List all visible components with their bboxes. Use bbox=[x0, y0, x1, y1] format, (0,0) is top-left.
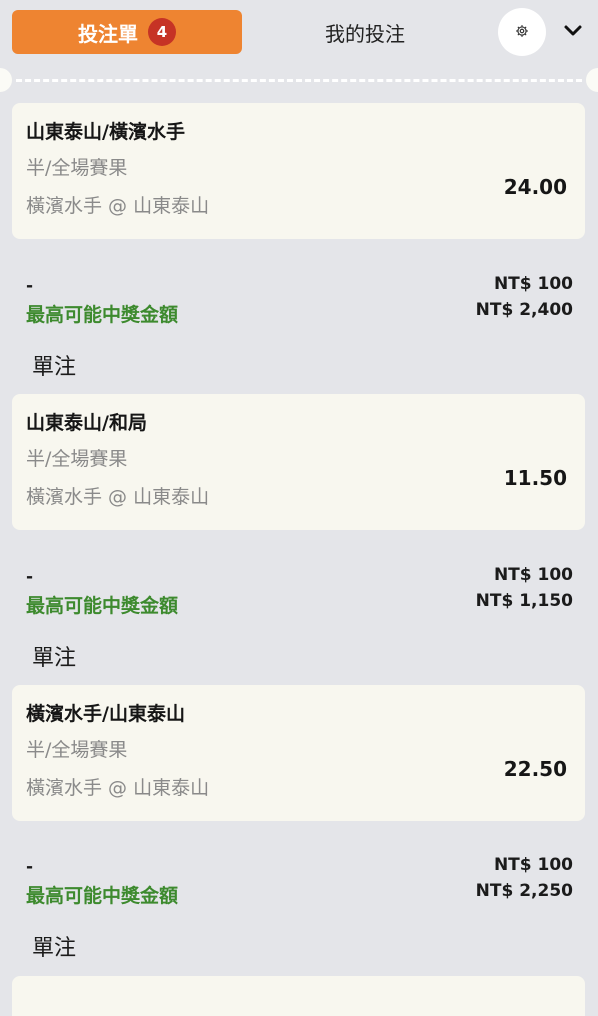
ticket-divider bbox=[0, 66, 598, 94]
bet-event: 橫濱水手 @ 山東泰山 bbox=[26, 777, 210, 799]
collapse-button[interactable] bbox=[558, 18, 588, 46]
bet-odds: 22.50 bbox=[503, 757, 567, 781]
max-payout-label: 最高可能中獎金額 bbox=[26, 885, 179, 907]
bet-market: 半/全場賽果 bbox=[26, 448, 128, 470]
bet-market: 半/全場賽果 bbox=[26, 157, 128, 179]
bet-selection: 山東泰山/橫濱水手 bbox=[26, 121, 185, 143]
betslip-header: 投注單 4 我的投注 bbox=[0, 0, 598, 66]
bet-card-partial bbox=[12, 976, 585, 1016]
stake-amount[interactable]: NT$ 100 bbox=[494, 274, 573, 294]
tab-my-bets-label: 我的投注 bbox=[325, 21, 405, 46]
tab-my-bets[interactable]: 我的投注 bbox=[260, 10, 470, 54]
tab-betslip-label: 投注單 bbox=[78, 21, 138, 46]
bet-odds: 24.00 bbox=[503, 175, 567, 199]
bet-type-label: 單注 bbox=[32, 355, 77, 380]
ticket-notch-left bbox=[0, 68, 12, 92]
bet-card[interactable]: 橫濱水手/山東泰山 半/全場賽果 橫濱水手 @ 山東泰山 22.50 bbox=[12, 685, 585, 821]
stake-placeholder: - bbox=[26, 857, 34, 877]
stake-row: - NT$ 100 最高可能中獎金額 NT$ 2,250 bbox=[12, 853, 585, 913]
stake-row: - NT$ 100 最高可能中獎金額 NT$ 2,400 bbox=[12, 272, 585, 332]
betslip-count-badge: 4 bbox=[148, 18, 176, 46]
stake-placeholder: - bbox=[26, 276, 34, 296]
stake-amount[interactable]: NT$ 100 bbox=[494, 855, 573, 875]
stake-row: - NT$ 100 最高可能中獎金額 NT$ 1,150 bbox=[12, 563, 585, 623]
stake-placeholder: - bbox=[26, 567, 34, 587]
max-payout-value: NT$ 2,250 bbox=[475, 881, 573, 901]
bet-event: 橫濱水手 @ 山東泰山 bbox=[26, 195, 210, 217]
max-payout-label: 最高可能中獎金額 bbox=[26, 304, 179, 326]
ticket-notch-right bbox=[586, 68, 598, 92]
bet-odds: 11.50 bbox=[503, 466, 567, 490]
bet-selection: 橫濱水手/山東泰山 bbox=[26, 703, 185, 725]
bet-type-label: 單注 bbox=[32, 646, 77, 671]
bet-card[interactable]: 山東泰山/和局 半/全場賽果 橫濱水手 @ 山東泰山 11.50 bbox=[12, 394, 585, 530]
gear-icon bbox=[515, 23, 529, 42]
dashed-separator bbox=[16, 79, 582, 82]
max-payout-label: 最高可能中獎金額 bbox=[26, 595, 179, 617]
bet-event: 橫濱水手 @ 山東泰山 bbox=[26, 486, 210, 508]
bet-market: 半/全場賽果 bbox=[26, 739, 128, 761]
max-payout-value: NT$ 1,150 bbox=[475, 591, 573, 611]
bet-type-label: 單注 bbox=[32, 936, 77, 961]
settings-button[interactable] bbox=[498, 8, 546, 56]
bet-selection: 山東泰山/和局 bbox=[26, 412, 147, 434]
tab-betslip[interactable]: 投注單 4 bbox=[12, 10, 242, 54]
chevron-down-icon bbox=[563, 23, 583, 42]
stake-amount[interactable]: NT$ 100 bbox=[494, 565, 573, 585]
bet-card[interactable]: 山東泰山/橫濱水手 半/全場賽果 橫濱水手 @ 山東泰山 24.00 bbox=[12, 103, 585, 239]
max-payout-value: NT$ 2,400 bbox=[475, 300, 573, 320]
